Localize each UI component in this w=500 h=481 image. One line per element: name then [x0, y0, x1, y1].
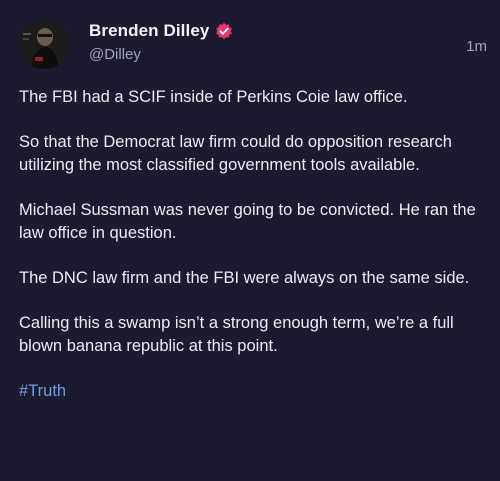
post-paragraph: Calling this a swamp isn’t a strong enou…	[19, 314, 454, 355]
post-paragraph: The FBI had a SCIF inside of Perkins Coi…	[19, 88, 408, 106]
author-handle[interactable]: @Dilley	[89, 46, 233, 63]
post-paragraph: So that the Democrat law firm could do o…	[19, 133, 452, 174]
author-name-row: Brenden Dilley	[89, 18, 233, 44]
verified-badge-icon	[215, 22, 233, 40]
post-card: Brenden Dilley @Dilley 1m The FBI had a …	[0, 0, 500, 481]
post-paragraph: The DNC law firm and the FBI were always…	[19, 269, 470, 287]
post-timestamp[interactable]: 1m	[466, 38, 487, 55]
post-paragraph: Michael Sussman was never going to be co…	[19, 201, 476, 242]
author-info: Brenden Dilley @Dilley	[89, 18, 233, 63]
avatar-image	[19, 19, 69, 69]
post-content: The FBI had a SCIF inside of Perkins Coi…	[19, 86, 485, 425]
author-avatar[interactable]	[19, 19, 69, 69]
hashtag-link[interactable]: #Truth	[19, 382, 66, 400]
author-display-name[interactable]: Brenden Dilley	[89, 21, 209, 41]
